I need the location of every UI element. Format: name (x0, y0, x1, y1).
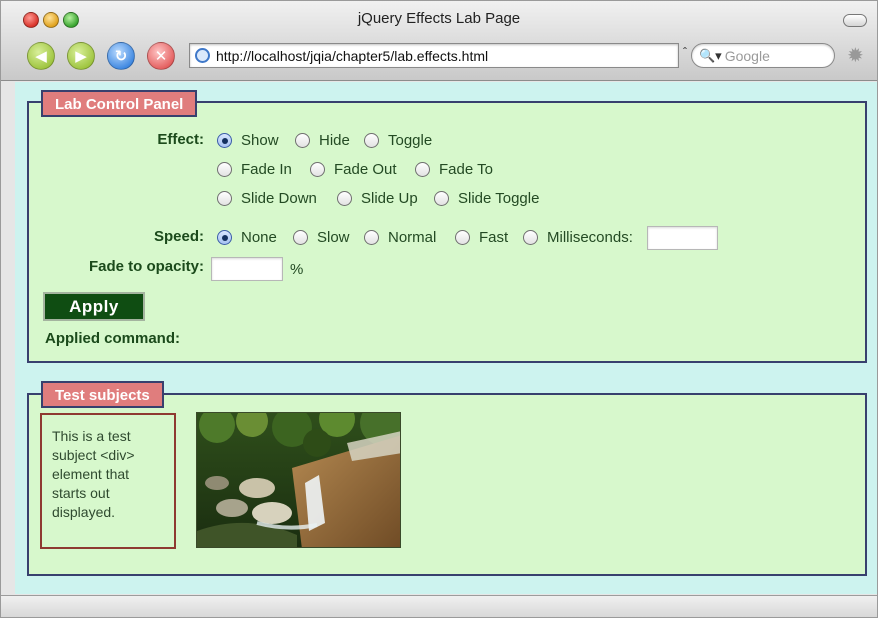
radio-label: Normal (388, 229, 437, 246)
opacity-unit: % (290, 261, 304, 278)
radio-label: Show (241, 132, 279, 149)
apply-button[interactable]: Apply (43, 292, 145, 321)
radio-effect-slide-toggle[interactable]: Slide Toggle (434, 190, 539, 207)
radio-button[interactable] (310, 162, 325, 177)
loading-spinner-icon: ✹ (847, 45, 864, 67)
url-text[interactable]: http://localhost/jqia/chapter5/lab.effec… (216, 48, 488, 64)
radio-effect-slide-up[interactable]: Slide Up (337, 190, 418, 207)
radio-button[interactable] (455, 230, 470, 245)
status-bar (1, 595, 877, 617)
test-subject-div: This is a test subject <div> element tha… (40, 413, 176, 549)
waterfall-photo (197, 413, 400, 547)
radio-effect-fade-to[interactable]: Fade To (415, 161, 493, 178)
stop-icon[interactable]: ✕ (147, 42, 175, 70)
radio-speed-slow[interactable]: Slow (293, 229, 350, 246)
radio-effect-show[interactable]: Show (217, 132, 279, 149)
radio-button[interactable] (434, 191, 449, 206)
effect-label: Effect: (157, 131, 204, 148)
applied-command-label: Applied command: (45, 330, 181, 347)
fade-opacity-label: Fade to opacity: (88, 258, 204, 275)
radio-effect-toggle[interactable]: Toggle (364, 132, 432, 149)
search-icon[interactable]: 🔍▾ (699, 48, 722, 64)
radio-label: Slide Toggle (458, 190, 540, 207)
radio-speed-fast[interactable]: Fast (455, 229, 508, 246)
radio-button[interactable] (415, 162, 430, 177)
radio-button[interactable] (364, 230, 379, 245)
radio-effect-hide[interactable]: Hide (295, 132, 350, 149)
radio-button[interactable] (523, 230, 538, 245)
radio-label: Fade Out (334, 161, 397, 178)
toolbar-toggle-button[interactable] (843, 14, 867, 27)
radio-label: Toggle (388, 132, 433, 149)
radio-label: Slow (317, 229, 350, 246)
radio-speed-normal[interactable]: Normal (364, 229, 436, 246)
reload-icon[interactable]: ↻ (107, 42, 135, 70)
radio-effect-slide-down[interactable]: Slide Down (217, 190, 317, 207)
globe-icon (195, 48, 210, 63)
radio-speed-none[interactable]: None (217, 229, 277, 246)
opacity-input[interactable] (211, 257, 283, 281)
address-bar[interactable]: http://localhost/jqia/chapter5/lab.effec… (189, 43, 679, 68)
radio-button[interactable] (217, 230, 232, 245)
search-box[interactable]: 🔍▾ (691, 43, 835, 68)
radio-button[interactable] (217, 133, 232, 148)
lab-control-panel-legend: Lab Control Panel (41, 90, 198, 117)
radio-button[interactable] (217, 191, 232, 206)
radio-label: Milliseconds: (547, 229, 633, 246)
radio-speed-milliseconds[interactable]: Milliseconds: (523, 229, 633, 246)
forward-arrow-icon[interactable]: ▶ (67, 42, 95, 70)
title-bar: jQuery Effects Lab Page ◀ ▶ ↻ ✕ http://l… (1, 1, 877, 81)
radio-label: Fade In (241, 161, 292, 178)
radio-effect-fade-out[interactable]: Fade Out (310, 161, 397, 178)
radio-label: Fast (479, 229, 509, 246)
radio-button[interactable] (293, 230, 308, 245)
history-chevron-icon[interactable]: ˆ (683, 45, 687, 59)
radio-label: Hide (319, 132, 350, 149)
radio-button[interactable] (295, 133, 310, 148)
window-title: jQuery Effects Lab Page (357, 10, 521, 27)
test-subjects-legend: Test subjects (41, 381, 164, 408)
radio-button[interactable] (337, 191, 352, 206)
waterfall-image (196, 412, 401, 548)
radio-label: Slide Up (361, 190, 418, 207)
speed-label: Speed: (153, 228, 204, 245)
radio-button[interactable] (217, 162, 232, 177)
browser-window: jQuery Effects Lab Page ◀ ▶ ↻ ✕ http://l… (0, 0, 878, 618)
radio-button[interactable] (364, 133, 379, 148)
back-arrow-icon[interactable]: ◀ (27, 42, 55, 70)
radio-label: Fade To (439, 161, 493, 178)
search-input[interactable] (724, 47, 825, 64)
milliseconds-input[interactable] (647, 226, 718, 250)
radio-label: None (241, 229, 277, 246)
radio-label: Slide Down (241, 190, 317, 207)
radio-effect-fade-in[interactable]: Fade In (217, 161, 292, 178)
